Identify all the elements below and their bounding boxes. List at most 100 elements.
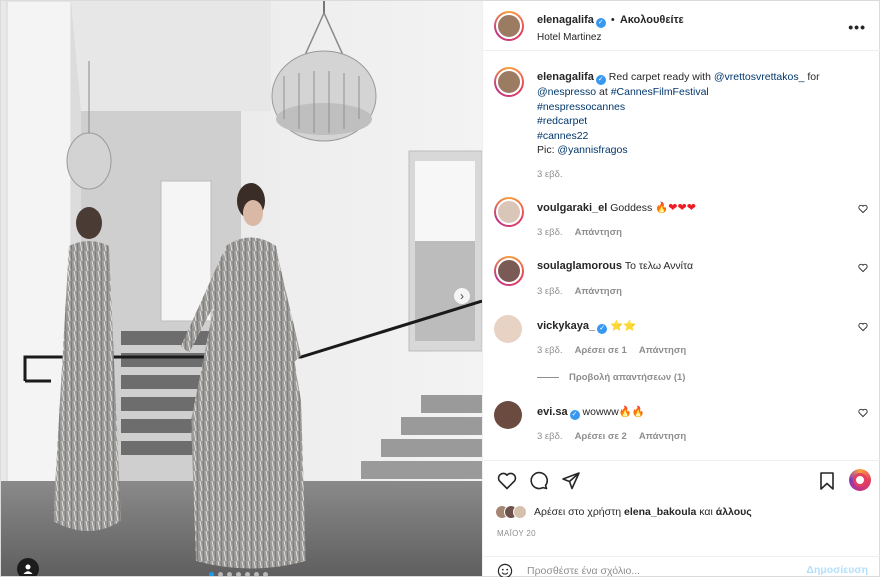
mention-link[interactable]: @yannisfragos bbox=[557, 144, 627, 156]
verified-badge-icon: ✓ bbox=[597, 324, 608, 334]
post-header: elenagalifa ✓ • Ακολουθείτε Hotel Martine… bbox=[483, 1, 880, 51]
user-icon bbox=[23, 564, 33, 574]
comment-timestamp[interactable]: 3 εβδ. bbox=[537, 286, 563, 297]
header-separator: • bbox=[610, 14, 615, 26]
carousel-dot bbox=[263, 572, 268, 576]
comment-meta: 3 εβδ. Απάντηση bbox=[537, 286, 622, 297]
commenter-username[interactable]: evi.sa bbox=[537, 406, 568, 418]
liked-by-prefix: Αρέσει στο χρήστη bbox=[534, 506, 625, 518]
caption-author-avatar[interactable] bbox=[494, 67, 524, 97]
author-avatar[interactable] bbox=[494, 11, 524, 41]
commenter-avatar[interactable] bbox=[494, 401, 522, 429]
commenter-username[interactable]: vickykaya_ bbox=[537, 320, 595, 332]
liked-by-user[interactable]: elena_bakoula bbox=[624, 506, 696, 518]
comment-input[interactable] bbox=[527, 561, 787, 577]
author-username[interactable]: elenagalifa bbox=[537, 14, 594, 26]
comment-line: evi.sa ✓ wowww🔥🔥 bbox=[537, 405, 645, 420]
caption-text-part: Pic: bbox=[537, 144, 558, 156]
comment-timestamp[interactable]: 3 εβδ. bbox=[537, 431, 563, 442]
mention-link[interactable]: @nespresso bbox=[537, 86, 596, 98]
post-media[interactable]: › bbox=[1, 1, 482, 576]
verified-badge-icon: ✓ bbox=[595, 18, 606, 28]
like-comment-heart-icon[interactable] bbox=[858, 322, 868, 332]
hashtag-link[interactable]: #nespressocannes bbox=[537, 101, 625, 113]
post-date[interactable]: ΜΑΪΟΥ 20 bbox=[497, 529, 536, 538]
save-bookmark-icon[interactable] bbox=[817, 471, 837, 491]
carousel-dot bbox=[245, 572, 250, 576]
chevron-right-icon: › bbox=[460, 289, 464, 303]
liker-avatar[interactable] bbox=[513, 505, 527, 519]
comment-line: vickykaya_ ✓ ⭐⭐ bbox=[537, 319, 636, 334]
mention-link[interactable]: @vrettosvrettakos_ bbox=[714, 71, 805, 83]
caption-text-part: for bbox=[804, 71, 820, 83]
hashtag-link[interactable]: #cannes22 bbox=[537, 130, 588, 142]
comment-item: soulaglamorous Το τελω Αννίτα 3 εβδ. Απά… bbox=[483, 256, 880, 314]
following-button[interactable]: Ακολουθείτε bbox=[620, 14, 684, 26]
commenter-username[interactable]: voulgaraki_el bbox=[537, 202, 607, 214]
post-comment-button[interactable]: Δημοσίευση bbox=[806, 564, 868, 576]
like-comment-heart-icon[interactable] bbox=[858, 204, 868, 214]
view-replies-button[interactable]: Προβολή απαντήσεων (1) bbox=[537, 372, 685, 383]
share-send-icon[interactable] bbox=[561, 471, 581, 491]
reels-remix-button[interactable] bbox=[849, 469, 871, 491]
post-sidebar: elenagalifa ✓ • Ακολουθείτε Hotel Martine… bbox=[482, 1, 880, 577]
hashtag-link[interactable]: #CannesFilmFestival bbox=[611, 86, 709, 98]
commenter-avatar[interactable] bbox=[494, 256, 524, 286]
carousel-dot bbox=[227, 572, 232, 576]
commenter-username[interactable]: soulaglamorous bbox=[537, 260, 622, 272]
like-comment-heart-icon[interactable] bbox=[858, 408, 868, 418]
comment-item: vickykaya_ ✓ ⭐⭐ 3 εβδ. Αρέσει σε 1 Απάντη… bbox=[483, 315, 880, 373]
emoji-icon[interactable] bbox=[497, 563, 513, 577]
comment-item: evi.sa ✓ wowww🔥🔥 3 εβδ. Αρέσει σε 2 Απάντ… bbox=[483, 401, 880, 459]
comment-text: Goddess 🔥 bbox=[610, 202, 669, 214]
comment-hearts: ❤❤❤ bbox=[668, 202, 696, 214]
carousel-dot bbox=[236, 572, 241, 576]
replies-divider-line bbox=[537, 377, 559, 378]
liked-by-others[interactable]: άλλους bbox=[716, 506, 752, 518]
reply-button[interactable]: Απάντηση bbox=[639, 345, 686, 356]
add-comment-bar: Δημοσίευση bbox=[483, 556, 880, 577]
comment-line: soulaglamorous Το τελω Αννίτα bbox=[537, 260, 693, 272]
caption-text: elenagalifa ✓ Red carpet ready with @vret… bbox=[537, 70, 837, 158]
comment-text: wowww🔥🔥 bbox=[582, 406, 645, 418]
caption-text-part: at bbox=[596, 86, 611, 98]
caption-author-username[interactable]: elenagalifa bbox=[537, 71, 594, 83]
carousel-indicator bbox=[209, 572, 268, 576]
verified-badge-icon: ✓ bbox=[569, 410, 580, 420]
comment-text: ⭐⭐ bbox=[610, 320, 637, 332]
carousel-dot bbox=[218, 572, 223, 576]
carousel-next-button[interactable]: › bbox=[453, 287, 471, 305]
reply-button[interactable]: Απάντηση bbox=[639, 431, 686, 442]
caption-text-part: Red carpet ready with bbox=[608, 71, 714, 83]
caption-timestamp[interactable]: 3 εβδ. bbox=[537, 169, 563, 180]
reply-button[interactable]: Απάντηση bbox=[575, 227, 622, 238]
carousel-dot bbox=[209, 572, 214, 576]
hashtag-link[interactable]: #redcarpet bbox=[537, 115, 587, 127]
commenter-avatar[interactable] bbox=[494, 315, 522, 343]
post-location[interactable]: Hotel Martinez bbox=[537, 32, 601, 43]
comment-bubble-icon[interactable] bbox=[529, 471, 549, 491]
comment-meta: 3 εβδ. Αρέσει σε 1 Απάντηση bbox=[537, 345, 686, 356]
liked-by-text: Αρέσει στο χρήστη elena_bakoula και άλλο… bbox=[534, 506, 752, 518]
commenter-avatar[interactable] bbox=[494, 197, 524, 227]
more-options-icon[interactable]: ••• bbox=[848, 19, 866, 35]
comment-item: voulgaraki_el Goddess 🔥❤❤❤ 3 εβδ. Απάντη… bbox=[483, 197, 880, 255]
comment-meta: 3 εβδ. Απάντηση bbox=[537, 227, 622, 238]
post-actions: Αρέσει στο χρήστη elena_bakoula και άλλο… bbox=[483, 460, 880, 556]
like-heart-icon[interactable] bbox=[497, 471, 517, 491]
verified-badge-icon: ✓ bbox=[595, 75, 606, 85]
comment-line: voulgaraki_el Goddess 🔥❤❤❤ bbox=[537, 201, 696, 214]
liked-by-and: και bbox=[696, 506, 716, 518]
like-comment-heart-icon[interactable] bbox=[858, 263, 868, 273]
remix-icon bbox=[853, 473, 867, 487]
comment-meta: 3 εβδ. Αρέσει σε 2 Απάντηση bbox=[537, 431, 686, 442]
tagged-users-button[interactable] bbox=[17, 558, 39, 576]
comment-likes-count[interactable]: Αρέσει σε 1 bbox=[575, 345, 627, 356]
carousel-dot bbox=[254, 572, 259, 576]
reply-button[interactable]: Απάντηση bbox=[575, 286, 622, 297]
comment-likes-count[interactable]: Αρέσει σε 2 bbox=[575, 431, 627, 442]
instagram-post-modal: › elenagalifa ✓ • Ακολουθείτε Hotel Marti… bbox=[0, 0, 880, 577]
comment-timestamp[interactable]: 3 εβδ. bbox=[537, 227, 563, 238]
comment-timestamp[interactable]: 3 εβδ. bbox=[537, 345, 563, 356]
photo-staircase-gown bbox=[1, 1, 482, 576]
